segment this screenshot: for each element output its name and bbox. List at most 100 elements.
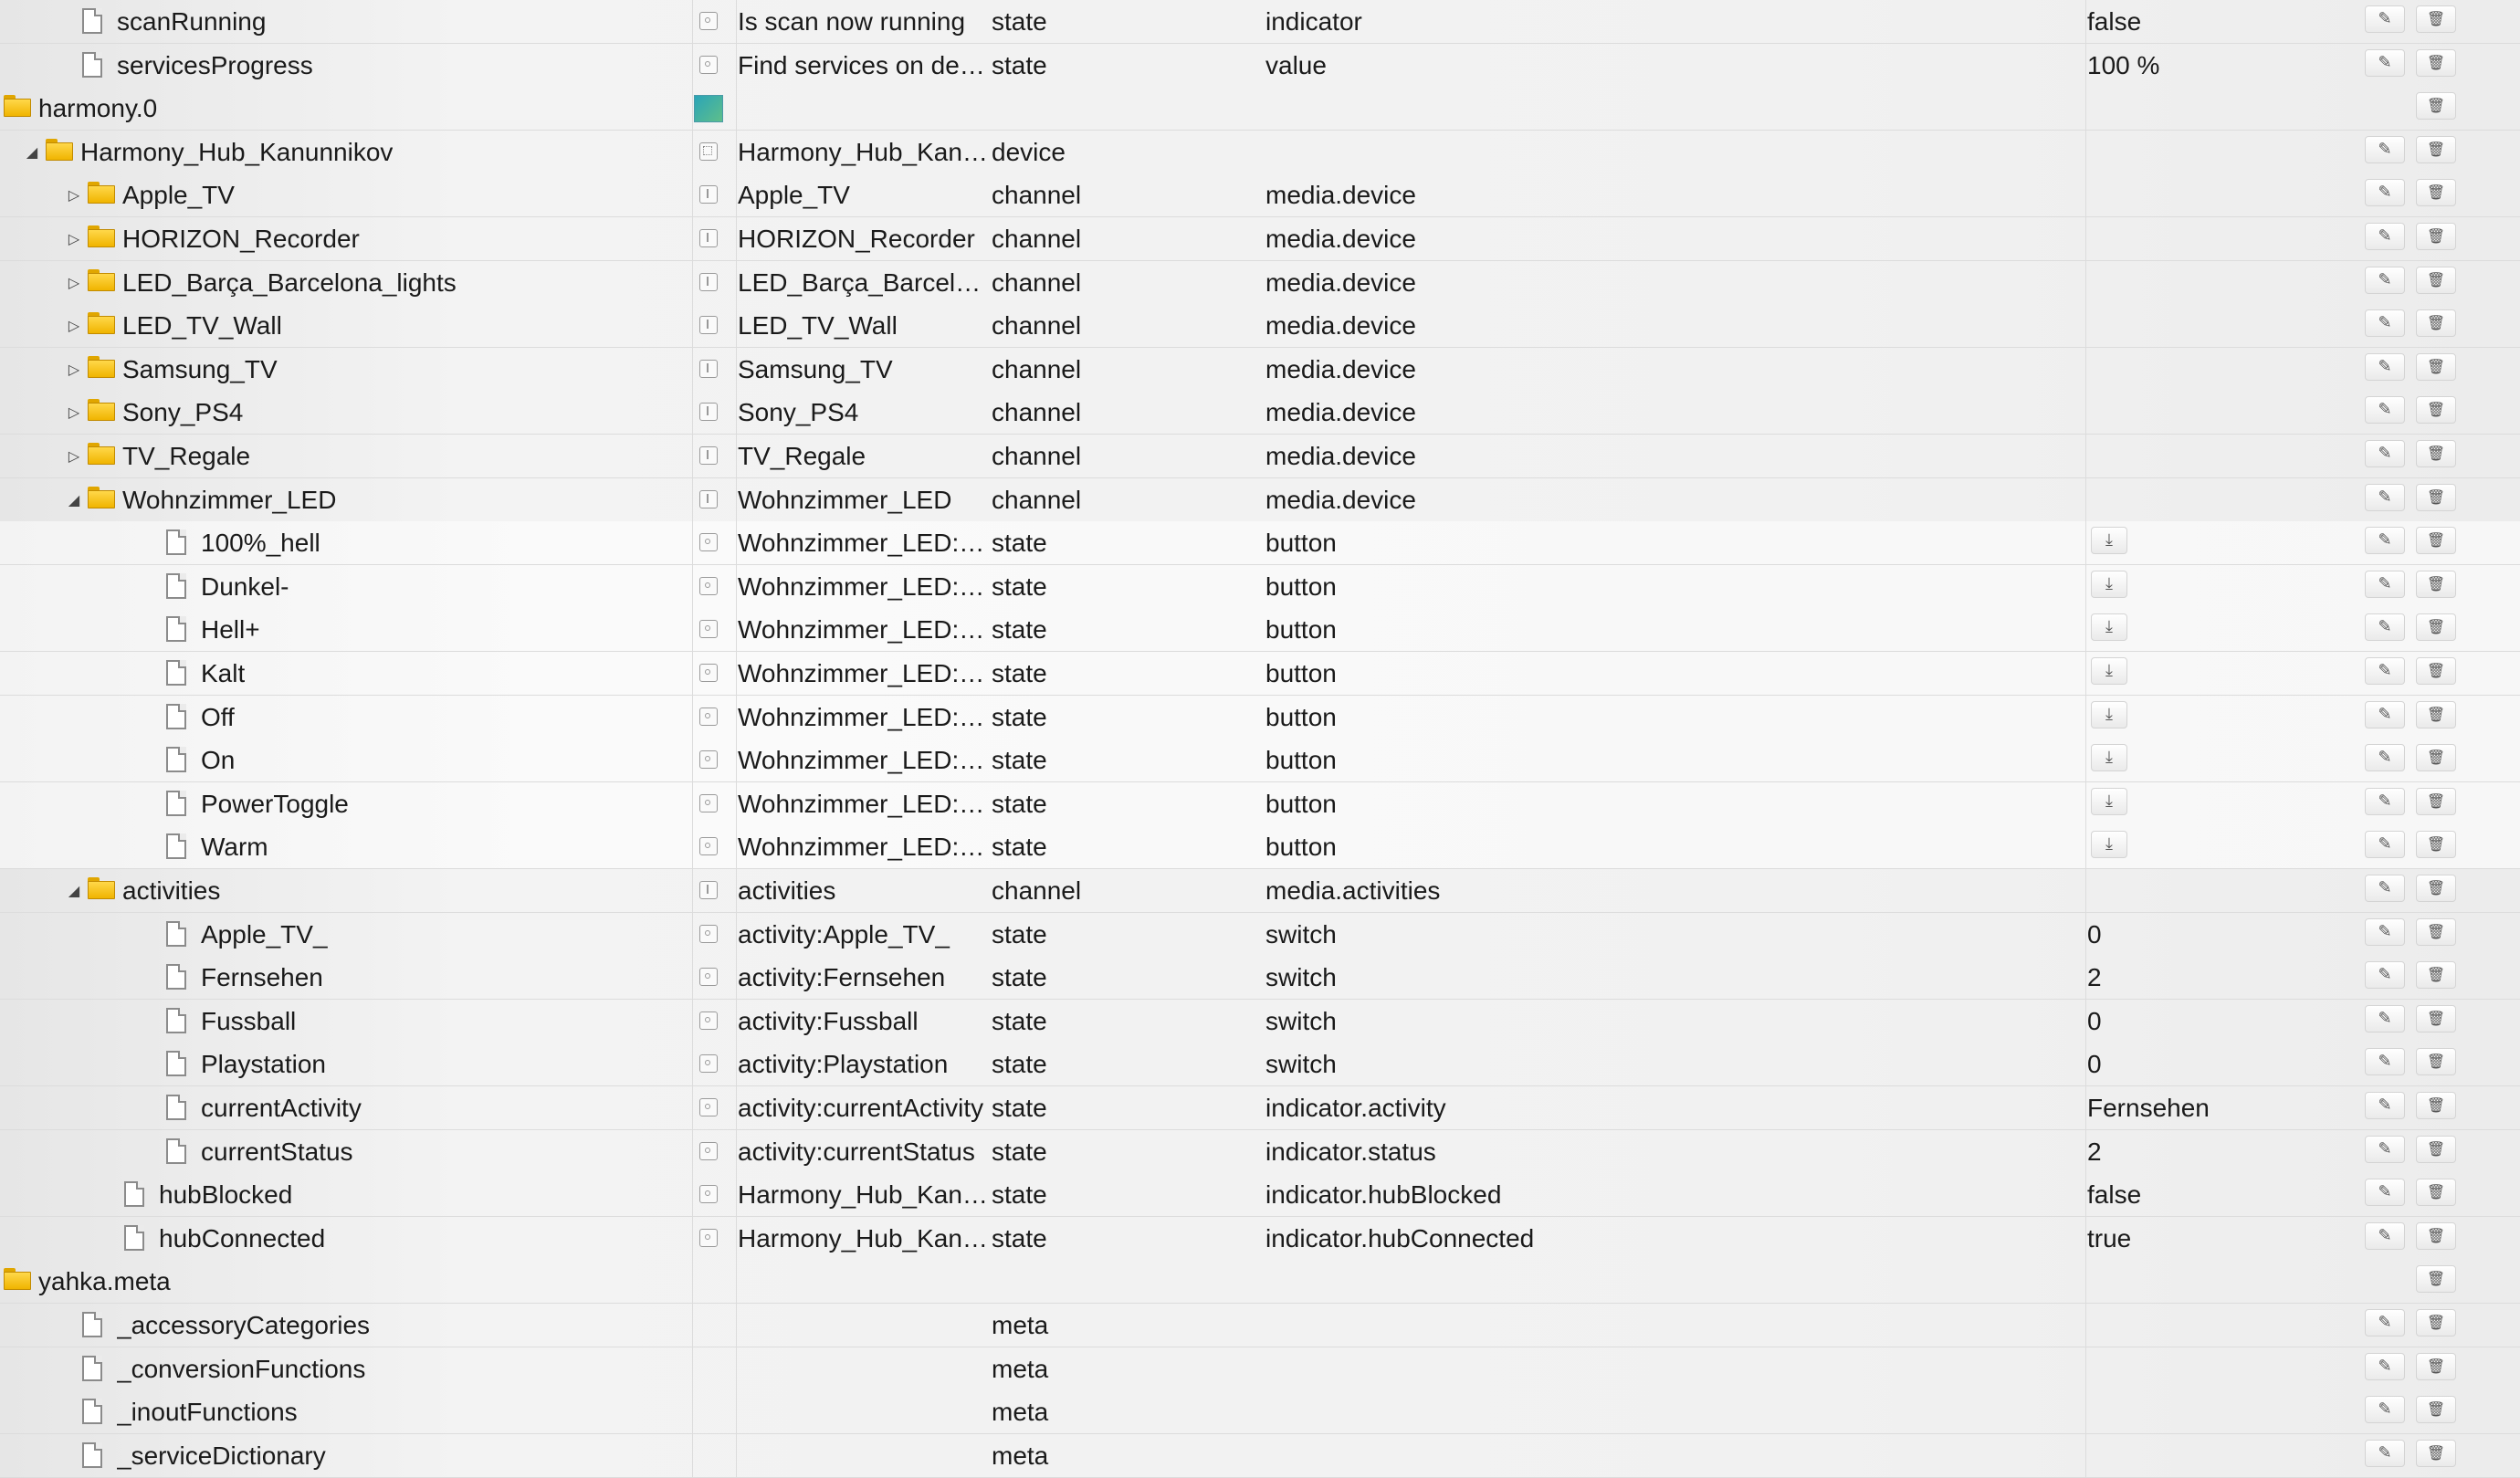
edit-button[interactable]: ✎ [2365,5,2405,33]
expand-icon[interactable]: ▷ [64,437,84,476]
object-id-label[interactable]: Sony_PS4 [122,391,243,435]
edit-button[interactable]: ✎ [2365,961,2405,989]
object-id-label[interactable]: Apple_TV [122,173,235,217]
edit-button[interactable]: ✎ [2365,1222,2405,1250]
delete-button[interactable]: 🗑 [2416,1396,2456,1423]
expand-icon[interactable]: ▷ [64,220,84,258]
object-id-label[interactable]: hubBlocked [159,1173,292,1217]
edit-button[interactable]: ✎ [2365,1136,2405,1163]
edit-button[interactable]: ✎ [2365,1309,2405,1336]
object-id-label[interactable]: Fernsehen [201,956,323,1000]
expand-icon[interactable]: ▷ [64,264,84,302]
tree-row[interactable]: Warm Wohnzimmer_LED:… state button ⤓ ✎ 🗑 [0,825,2520,869]
tree-row[interactable]: ▷ LED_TV_Wall LED_TV_Wall channel media.devi… [0,304,2520,348]
edit-button[interactable]: ✎ [2365,918,2405,946]
object-id-label[interactable]: Samsung_TV [122,348,278,392]
edit-button[interactable]: ✎ [2365,1005,2405,1033]
push-button[interactable]: ⤓ [2091,657,2127,685]
object-id-label[interactable]: LED_Barça_Barcelona_lights [122,261,457,305]
push-button[interactable]: ⤓ [2091,571,2127,598]
object-id-label[interactable]: On [201,739,235,782]
delete-button[interactable]: 🗑 [2416,1309,2456,1336]
edit-button[interactable]: ✎ [2365,527,2405,554]
tree-row[interactable]: ▷ Sony_PS4 Sony_PS4 channel media.device ✎ 🗑 [0,391,2520,435]
expand-icon[interactable]: ▷ [64,393,84,432]
edit-button[interactable]: ✎ [2365,1092,2405,1119]
tree-row[interactable]: _accessoryCategories meta ✎ 🗑 [0,1304,2520,1347]
delete-button[interactable]: 🗑 [2416,744,2456,771]
tree-row[interactable]: scanRunning Is scan now running state indic… [0,0,2520,44]
delete-button[interactable]: 🗑 [2416,5,2456,33]
tree-row[interactable]: Playstation activity:Playstation state swit… [0,1043,2520,1086]
tree-row[interactable]: ◢ Harmony_Hub_Kanunnikov Harmony_Hub_Kan… d… [0,131,2520,174]
delete-button[interactable]: 🗑 [2416,613,2456,641]
object-id-label[interactable]: Fussball [201,1000,296,1043]
delete-button[interactable]: 🗑 [2416,1048,2456,1075]
delete-button[interactable]: 🗑 [2416,571,2456,598]
object-id-label[interactable]: _accessoryCategories [117,1304,370,1347]
tree-row[interactable]: PowerToggle Wohnzimmer_LED:… state button ⤓ ✎… [0,782,2520,826]
edit-button[interactable]: ✎ [2365,49,2405,77]
object-id-label[interactable]: scanRunning [117,0,266,44]
object-id-label[interactable]: yahka.meta [38,1260,171,1304]
edit-button[interactable]: ✎ [2365,1440,2405,1467]
edit-button[interactable]: ✎ [2365,1353,2405,1380]
edit-button[interactable]: ✎ [2365,309,2405,337]
object-id-label[interactable]: currentStatus [201,1130,353,1174]
object-id-label[interactable]: harmony.0 [38,87,157,131]
tree-row[interactable]: servicesProgress Find services on de… stat… [0,44,2520,88]
object-id-label[interactable]: PowerToggle [201,782,349,826]
edit-button[interactable]: ✎ [2365,571,2405,598]
tree-row[interactable]: ▷ Apple_TV Apple_TV channel media.device ✎ 🗑 [0,173,2520,217]
tree-row[interactable]: _conversionFunctions meta ✎ 🗑 [0,1347,2520,1391]
push-button[interactable]: ⤓ [2091,527,2127,554]
edit-button[interactable]: ✎ [2365,657,2405,685]
push-button[interactable]: ⤓ [2091,613,2127,641]
object-id-label[interactable]: Hell+ [201,608,260,652]
delete-button[interactable]: 🗑 [2416,179,2456,206]
edit-button[interactable]: ✎ [2365,440,2405,467]
collapse-icon[interactable]: ◢ [22,133,42,172]
delete-button[interactable]: 🗑 [2416,309,2456,337]
delete-button[interactable]: 🗑 [2416,1092,2456,1119]
delete-button[interactable]: 🗑 [2416,1222,2456,1250]
delete-button[interactable]: 🗑 [2416,831,2456,858]
tree-row[interactable]: yahka.meta 🗑 [0,1260,2520,1304]
edit-button[interactable]: ✎ [2365,396,2405,424]
tree-row[interactable]: On Wohnzimmer_LED:… state button ⤓ ✎ 🗑 [0,739,2520,782]
delete-button[interactable]: 🗑 [2416,788,2456,815]
object-id-label[interactable]: 100%_hell [201,521,320,565]
edit-button[interactable]: ✎ [2365,484,2405,511]
tree-row[interactable]: Fernsehen activity:Fernsehen state switch 2 ✎… [0,956,2520,1000]
edit-button[interactable]: ✎ [2365,613,2405,641]
delete-button[interactable]: 🗑 [2416,1353,2456,1380]
edit-button[interactable]: ✎ [2365,875,2405,902]
edit-button[interactable]: ✎ [2365,744,2405,771]
delete-button[interactable]: 🗑 [2416,701,2456,729]
tree-row[interactable]: Dunkel- Wohnzimmer_LED:… state button ⤓ ✎ 🗑 [0,565,2520,609]
delete-button[interactable]: 🗑 [2416,267,2456,294]
object-id-label[interactable]: hubConnected [159,1217,325,1261]
delete-button[interactable]: 🗑 [2416,1440,2456,1467]
tree-row[interactable]: ◢ activities activities channel media.activi… [0,869,2520,913]
push-button[interactable]: ⤓ [2091,831,2127,858]
collapse-icon[interactable]: ◢ [64,481,84,519]
edit-button[interactable]: ✎ [2365,788,2405,815]
object-id-label[interactable]: _inoutFunctions [117,1390,298,1434]
delete-button[interactable]: 🗑 [2416,961,2456,989]
tree-row[interactable]: Kalt Wohnzimmer_LED:… state button ⤓ ✎ 🗑 [0,652,2520,696]
delete-button[interactable]: 🗑 [2416,918,2456,946]
edit-button[interactable]: ✎ [2365,223,2405,250]
object-id-label[interactable]: TV_Regale [122,435,250,478]
delete-button[interactable]: 🗑 [2416,92,2456,120]
object-id-label[interactable]: Off [201,696,235,739]
edit-button[interactable]: ✎ [2365,1048,2405,1075]
object-id-label[interactable]: Warm [201,825,268,869]
edit-button[interactable]: ✎ [2365,267,2405,294]
tree-row[interactable]: Apple_TV_ activity:Apple_TV_ state switch 0 ✎… [0,913,2520,957]
object-id-label[interactable]: servicesProgress [117,44,313,88]
delete-button[interactable]: 🗑 [2416,136,2456,163]
tree-row[interactable]: ▷ HORIZON_Recorder HORIZON_Recorder channel… [0,217,2520,261]
expand-icon[interactable]: ▷ [64,307,84,345]
edit-button[interactable]: ✎ [2365,701,2405,729]
